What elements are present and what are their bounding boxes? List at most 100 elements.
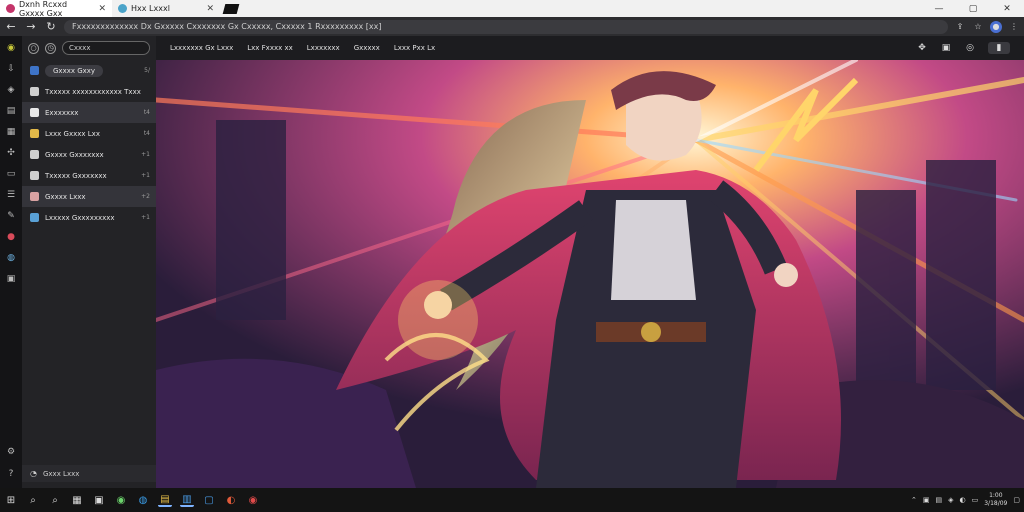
sidebar-item-icon <box>30 171 39 180</box>
chat-icon[interactable]: ▭ <box>5 168 17 180</box>
sidebar-item-icon <box>30 129 39 138</box>
help-icon[interactable]: ? <box>5 468 17 480</box>
tab-active[interactable]: Dxnh Rcxxd Gxxxx Gxx ✕ <box>0 0 112 18</box>
list-icon[interactable]: ☰ <box>5 189 17 201</box>
back-button[interactable]: ← <box>4 20 18 33</box>
toolbar-item[interactable]: Gxxxxx <box>354 44 380 52</box>
sidebar-item-count: +2 <box>141 193 150 200</box>
move-icon[interactable]: ✥ <box>916 42 928 54</box>
sidebar-item-icon <box>30 192 39 201</box>
sidebar-item-count: +1 <box>141 151 150 158</box>
sidebar-item[interactable]: Lxxx Gxxxx Lxx t4 <box>22 123 156 144</box>
toolbar-item[interactable]: Lxxxxxxx Gx Lxxx <box>170 44 233 52</box>
sidebar-toggle-icon[interactable]: ○ <box>28 42 39 54</box>
sidebar-footer[interactable]: ◔ Gxxx Lxxx <box>22 465 156 482</box>
sidebar-item[interactable]: Txxxxx xxxxxxxxxxxx Txxx <box>22 81 156 102</box>
search-icon[interactable]: ⌕ <box>26 493 40 507</box>
editor-icon[interactable]: ▢ <box>202 493 216 507</box>
sidebar-item-label: Gxxxx Gxxy <box>45 64 104 77</box>
sidebar-item[interactable]: Gxxxx Lxxx +2 <box>22 186 156 207</box>
sidebar-item-label: Exxxxxxx <box>45 108 79 117</box>
menu-icon[interactable]: ⋮ <box>1008 21 1020 33</box>
store-icon[interactable]: ▣ <box>92 493 106 507</box>
search-alt-icon[interactable]: ⌕ <box>48 493 62 507</box>
chrome-icon[interactable]: ◉ <box>114 493 128 507</box>
footer-label: Gxxx Lxxx <box>42 469 80 478</box>
record-app-icon[interactable]: ◉ <box>246 493 260 507</box>
settings-icon[interactable]: ⚙ <box>5 446 17 458</box>
shield-icon[interactable]: ◉ <box>5 42 17 54</box>
panel-icon[interactable]: ▮ <box>988 42 1010 54</box>
tray-volume-icon[interactable]: ◐ <box>960 496 966 504</box>
tab-inactive[interactable]: Hxx Lxxxl ✕ <box>112 0 220 17</box>
sidebar-item-label: Txxxxx xxxxxxxxxxxx Txxx <box>45 87 141 96</box>
record-icon[interactable]: ● <box>5 231 17 243</box>
profile-icon[interactable]: ● <box>990 20 1002 33</box>
history-icon[interactable]: ◷ <box>45 42 56 54</box>
puzzle-icon[interactable]: ✣ <box>5 147 17 159</box>
close-window-button[interactable]: ✕ <box>990 0 1024 17</box>
grid-icon[interactable]: ▦ <box>5 126 17 138</box>
navigation-bar: ← → ↻ Fxxxxxxxxxxxxx Dx Gxxxxx Cxxxxxxx … <box>0 17 1024 36</box>
minimize-button[interactable]: — <box>922 0 956 17</box>
browser-app-icon[interactable]: ◐ <box>224 493 238 507</box>
anime-artwork <box>156 60 1024 488</box>
files-icon[interactable]: ▤ <box>158 493 172 507</box>
forward-button[interactable]: → <box>24 20 38 33</box>
task-view-icon[interactable]: ▦ <box>70 493 84 507</box>
sidebar-item[interactable]: Exxxxxxx t4 <box>22 102 156 123</box>
icon-rail: ◉ ⇩ ◈ ▤ ▦ ✣ ▭ ☰ ✎ ● ◍ ▣ ⚙ ? <box>0 36 22 488</box>
os-taskbar: ⊞ ⌕ ⌕ ▦ ▣ ◉ ◍ ▤ ▥ ▢ ◐ ◉ ⌃ ▣ ▤ ◈ ◐ ▭ 1:00… <box>0 488 1024 512</box>
target-icon[interactable]: ◎ <box>964 42 976 54</box>
sidebar-item-label: Gxxxx Lxxx <box>45 192 86 201</box>
sidebar-item[interactable]: Gxxxx Gxxxxxxx +1 <box>22 144 156 165</box>
sidebar-item[interactable]: Lxxxxx Gxxxxxxxxx +1 <box>22 207 156 228</box>
sidebar-item[interactable]: Gxxxx Gxxy 5/ <box>22 60 156 81</box>
tray-app-icon[interactable]: ▤ <box>935 496 942 504</box>
reload-button[interactable]: ↻ <box>44 20 58 33</box>
tab-favicon-icon <box>118 4 127 13</box>
sidebar-item-count: t4 <box>143 109 150 116</box>
window-controls: — ▢ ✕ <box>922 0 1024 17</box>
share-icon[interactable]: ⇪ <box>954 21 966 33</box>
browser-titlebar: Dxnh Rcxxd Gxxxx Gxx ✕ Hxx Lxxxl ✕ — ▢ ✕ <box>0 0 1024 18</box>
paint-icon[interactable]: ✎ <box>5 210 17 222</box>
url-text: Fxxxxxxxxxxxxx Dx Gxxxxx Cxxxxxxx Gx Cxx… <box>72 22 382 31</box>
edge-icon[interactable]: ◍ <box>136 493 150 507</box>
sidebar-item-icon <box>30 108 39 117</box>
star-icon[interactable]: ☆ <box>972 21 984 33</box>
clock[interactable]: 1:00 3/18/09 <box>984 492 1007 508</box>
sidebar-panel: ○ ◷ Cxxxx Gxxxx Gxxy 5/Txxxxx xxxxxxxxxxx… <box>22 36 156 488</box>
toolbar-item[interactable]: Lxx Fxxxx xx <box>247 44 293 52</box>
maximize-button[interactable]: ▢ <box>956 0 990 17</box>
app-icon[interactable]: ▥ <box>180 493 194 507</box>
tray-battery-icon[interactable]: ▭ <box>972 496 979 504</box>
cube-icon[interactable]: ◈ <box>5 84 17 96</box>
sidebar-item-count: +1 <box>141 172 150 179</box>
address-bar[interactable]: Fxxxxxxxxxxxxx Dx Gxxxxx Cxxxxxxx Gx Cxx… <box>64 19 948 34</box>
document-icon[interactable]: ▤ <box>5 105 17 117</box>
tray-network-icon[interactable]: ▣ <box>923 496 930 504</box>
tab-close-icon[interactable]: ✕ <box>98 4 106 14</box>
new-tab-button[interactable] <box>222 3 240 14</box>
clock-date: 3/18/09 <box>984 500 1008 507</box>
sidebar-item-label: Txxxxx Gxxxxxxx <box>45 171 107 180</box>
tray-sync-icon[interactable]: ◈ <box>948 496 953 504</box>
toolbar-item[interactable]: Lxxxxxxx <box>307 44 340 52</box>
sidebar-search-text: Cxxxx <box>69 44 91 52</box>
sidebar-item[interactable]: Txxxxx Gxxxxxxx +1 <box>22 165 156 186</box>
image-icon[interactable]: ▣ <box>940 42 952 54</box>
download-icon[interactable]: ⇩ <box>5 63 17 75</box>
toolbar-item[interactable]: Lxxx Pxx Lx <box>394 44 435 52</box>
globe-icon[interactable]: ◍ <box>5 252 17 264</box>
sidebar-item-count: 5/ <box>144 67 150 74</box>
sidebar-header: ○ ◷ Cxxxx <box>22 36 156 60</box>
notification-icon[interactable]: ▢ <box>1013 496 1020 504</box>
start-icon[interactable]: ⊞ <box>4 493 18 507</box>
tab-close-icon[interactable]: ✕ <box>206 4 214 14</box>
main-image-canvas[interactable] <box>156 60 1024 488</box>
sidebar-icon[interactable]: ▣ <box>5 273 17 285</box>
tray-chevron-icon[interactable]: ⌃ <box>911 496 917 504</box>
content-toolbar: Lxxxxxxx Gx Lxxx Lxx Fxxxx xx Lxxxxxxx G… <box>156 36 1024 60</box>
sidebar-search-input[interactable]: Cxxxx <box>62 41 150 55</box>
